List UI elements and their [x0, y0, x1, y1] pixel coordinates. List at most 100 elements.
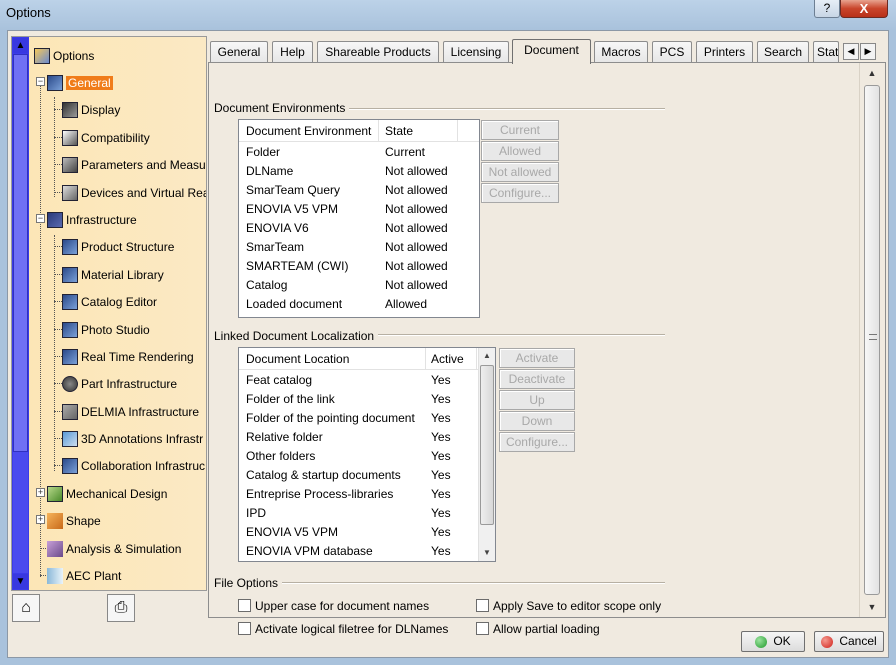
- active-col-header[interactable]: Active: [431, 352, 464, 366]
- tree-item-3d-annotations[interactable]: 3D Annotations Infrastr: [62, 428, 203, 448]
- down-button[interactable]: Down: [499, 411, 575, 431]
- tree-scrollbar[interactable]: ▲ ▼: [12, 37, 29, 590]
- tree-item-infrastructure[interactable]: Infrastructure: [47, 209, 137, 229]
- doc-env-row[interactable]: ENOVIA V5 VPM Not allowed: [246, 200, 455, 219]
- tree-item-analysis-simulation[interactable]: Analysis & Simulation: [47, 538, 181, 558]
- linked-location-value-cell: Yes: [431, 430, 451, 444]
- tab-help[interactable]: Help: [272, 41, 313, 63]
- panel-scroll-down-icon[interactable]: ▼: [862, 599, 882, 615]
- collapse-general-icon[interactable]: −: [36, 77, 45, 86]
- tree-item-material-library[interactable]: Material Library: [62, 264, 164, 284]
- state-col-header[interactable]: State: [385, 124, 413, 138]
- linked-location-row[interactable]: Feat catalog Yes: [246, 371, 501, 390]
- doc-env-col-header[interactable]: Document Environment: [246, 124, 371, 138]
- configure-env-button[interactable]: Configure...: [481, 183, 559, 203]
- doc-env-row[interactable]: ENOVIA V6 Not allowed: [246, 219, 455, 238]
- tab-scroll-right-icon[interactable]: ▶: [860, 43, 876, 60]
- tree-item-catalog-editor[interactable]: Catalog Editor: [62, 291, 157, 311]
- tab-general[interactable]: General: [210, 41, 268, 63]
- doc-env-name-cell: Catalog: [246, 278, 288, 292]
- deactivate-button[interactable]: Deactivate: [499, 369, 575, 389]
- tab-macros[interactable]: Macros: [594, 41, 648, 63]
- cancel-button[interactable]: Cancel: [814, 631, 884, 652]
- doc-env-name-cell: Loaded document: [246, 297, 343, 311]
- aec-plant-icon: [47, 567, 63, 584]
- ok-button[interactable]: OK: [741, 631, 805, 652]
- doc-env-value-cell: Not allowed: [385, 221, 448, 235]
- doc-env-row[interactable]: SmarTeam Not allowed: [246, 238, 455, 257]
- doc-env-row[interactable]: Folder Current: [246, 143, 455, 162]
- expand-mechanical-design-icon[interactable]: +: [36, 488, 45, 497]
- doc-env-row[interactable]: Catalog Not allowed: [246, 276, 455, 295]
- tree-item-photo-studio[interactable]: Photo Studio: [62, 319, 150, 339]
- tree-item-general[interactable]: General: [47, 72, 113, 92]
- doc-env-list[interactable]: Document Environment State Folder Current…: [238, 119, 480, 318]
- tree-item-display[interactable]: Display: [62, 99, 120, 119]
- panel-scrollbar[interactable]: ▲ ▼: [859, 63, 885, 617]
- expand-shape-icon[interactable]: +: [36, 515, 45, 524]
- tab-document[interactable]: Document: [512, 39, 591, 64]
- parameters-report-button[interactable]: ⎙: [107, 594, 135, 622]
- reset-options-button[interactable]: ⌂: [12, 594, 40, 622]
- tab-shareable-products[interactable]: Shareable Products: [317, 41, 439, 63]
- tab-licensing[interactable]: Licensing: [443, 41, 509, 63]
- allowed-button[interactable]: Allowed: [481, 141, 559, 161]
- up-button[interactable]: Up: [499, 390, 575, 410]
- tree-item-parameters[interactable]: Parameters and Measure: [62, 154, 206, 174]
- linked-location-row[interactable]: Folder of the link Yes: [246, 390, 501, 409]
- list-scroll-up-icon[interactable]: ▲: [479, 348, 495, 364]
- upper-case-checkbox[interactable]: Upper case for document names: [238, 597, 429, 613]
- tree-item-aec-plant[interactable]: AEC Plant: [47, 565, 121, 585]
- tree-item-mechanical-design[interactable]: Mechanical Design: [47, 483, 167, 503]
- panel-scroll-thumb[interactable]: [864, 85, 880, 595]
- tree-item-product-structure[interactable]: Product Structure: [62, 236, 174, 256]
- scroll-up-icon[interactable]: ▲: [13, 38, 28, 53]
- tree-item-shape[interactable]: Shape: [47, 510, 101, 530]
- close-button[interactable]: X: [840, 0, 888, 18]
- tree-scroll-thumb[interactable]: [13, 54, 28, 452]
- doc-env-row[interactable]: DLName Not allowed: [246, 162, 455, 181]
- linked-location-row[interactable]: Relative folder Yes: [246, 428, 501, 447]
- linked-list-header: Document Location Active: [239, 348, 479, 370]
- apply-save-checkbox[interactable]: Apply Save to editor scope only: [476, 597, 661, 613]
- linked-location-row[interactable]: Folder of the pointing document Yes: [246, 409, 501, 428]
- tab-printers[interactable]: Printers: [696, 41, 753, 63]
- linked-location-row[interactable]: ENOVIA V5 VPM Yes: [246, 523, 501, 542]
- linked-location-list[interactable]: Document Location Active ▲ ▼ Feat catalo…: [238, 347, 496, 562]
- linked-location-row[interactable]: Other folders Yes: [246, 447, 501, 466]
- tab-scroll-left-icon[interactable]: ◀: [843, 43, 859, 60]
- tree-item-part-infrastructure[interactable]: Part Infrastructure: [62, 373, 177, 393]
- linked-location-row[interactable]: IPD Yes: [246, 504, 501, 523]
- linked-location-row[interactable]: Catalog & startup documents Yes: [246, 466, 501, 485]
- current-button[interactable]: Current: [481, 120, 559, 140]
- tab-search[interactable]: Search: [757, 41, 809, 63]
- linked-location-row[interactable]: ENOVIA VPM database Yes: [246, 542, 501, 561]
- doc-env-row[interactable]: SmarTeam Query Not allowed: [246, 181, 455, 200]
- activate-button[interactable]: Activate: [499, 348, 575, 368]
- not-allowed-button[interactable]: Not allowed: [481, 162, 559, 182]
- tree-item-options[interactable]: Options: [34, 45, 94, 65]
- tree-item-devices[interactable]: Devices and Virtual Real: [62, 182, 206, 202]
- tree-item-delmia-infrastructure[interactable]: DELMIA Infrastructure: [62, 401, 199, 421]
- panel-scroll-up-icon[interactable]: ▲: [862, 65, 882, 81]
- configure-location-button[interactable]: Configure...: [499, 432, 575, 452]
- doc-location-col-header[interactable]: Document Location: [246, 352, 349, 366]
- tree-item-collaboration[interactable]: Collaboration Infrastruc: [62, 455, 205, 475]
- tab-pcs[interactable]: PCS: [652, 41, 692, 63]
- doc-env-row[interactable]: SMARTEAM (CWI) Not allowed: [246, 257, 455, 276]
- linked-location-name-cell: Folder of the pointing document: [246, 411, 415, 425]
- partial-loading-checkbox[interactable]: Allow partial loading: [476, 620, 600, 636]
- doc-env-value-cell: Allowed: [385, 297, 428, 311]
- tab-stat[interactable]: Stat: [813, 41, 839, 63]
- doc-env-row[interactable]: Loaded document Allowed: [246, 295, 455, 314]
- doc-env-name-cell: ENOVIA V5 VPM: [246, 202, 339, 216]
- options-tree[interactable]: ▲ ▼ Options − General Display Compatibil…: [11, 36, 207, 591]
- logical-filetree-checkbox[interactable]: Activate logical filetree for DLNames: [238, 620, 448, 636]
- tree-item-real-time-rendering[interactable]: Real Time Rendering: [62, 346, 194, 366]
- collapse-infrastructure-icon[interactable]: −: [36, 214, 45, 223]
- linked-location-row[interactable]: Entreprise Process-libraries Yes: [246, 485, 501, 504]
- scroll-down-icon[interactable]: ▼: [13, 574, 28, 589]
- tree-item-compatibility[interactable]: Compatibility: [62, 127, 150, 147]
- help-button[interactable]: ?: [814, 0, 840, 18]
- part-infrastructure-icon: [62, 375, 78, 392]
